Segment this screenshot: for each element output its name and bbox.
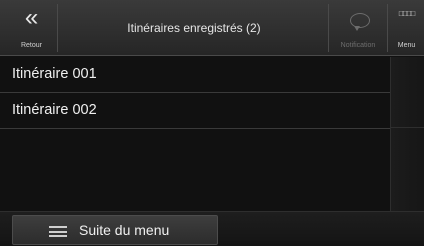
menu-grid-icon: □□□□ — [398, 9, 415, 18]
page-title: Itinéraires enregistrés (2) — [127, 21, 261, 35]
double-chevron-left-icon: « — [24, 4, 39, 31]
menu-button[interactable]: □□□□ Menu — [389, 4, 424, 52]
sidebar-divider — [391, 127, 424, 128]
top-bar: « Retour Itinéraires enregistrés (2) Not… — [0, 0, 424, 56]
list-item[interactable]: Itinéraire 002 — [0, 93, 390, 129]
more-menu-button[interactable]: Suite du menu — [12, 215, 218, 245]
notification-button: Notification — [328, 4, 388, 52]
list-lines-icon — [49, 226, 67, 237]
menu-button-label: Menu — [397, 42, 416, 49]
speech-bubble-tail — [354, 26, 360, 31]
notification-label: Notification — [340, 42, 376, 49]
list-item[interactable]: Itinéraire 001 — [0, 57, 390, 93]
back-button-label: Retour — [20, 42, 42, 49]
speech-bubble-icon — [350, 13, 370, 28]
saved-routes-list: Itinéraire 001 Itinéraire 002 — [0, 57, 390, 129]
more-menu-label: Suite du menu — [79, 222, 170, 238]
bottom-bar: Suite du menu — [0, 211, 424, 246]
back-button[interactable]: « Retour — [6, 4, 58, 52]
scroll-sidebar[interactable] — [390, 57, 424, 211]
